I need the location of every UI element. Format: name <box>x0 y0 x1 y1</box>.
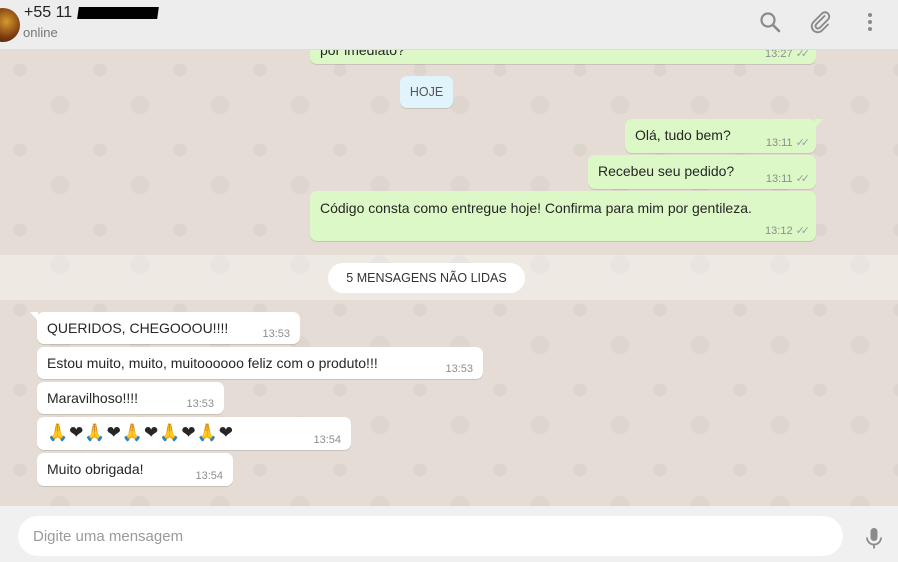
message-text: 🙏❤🙏❤🙏❤🙏❤🙏❤ <box>47 423 235 443</box>
double-check-icon: ✓✓ <box>795 137 811 149</box>
microphone-icon[interactable] <box>862 526 886 550</box>
search-icon[interactable] <box>758 10 782 34</box>
bubble-tail <box>30 312 38 321</box>
message-text: Olá, tudo bem? <box>635 127 731 143</box>
chat-area[interactable]: por imediato? 13:27 ✓✓ HOJE Olá, tudo bem… <box>0 50 898 506</box>
message-time: 13:53 <box>186 398 214 410</box>
message-text: QUERIDOS, CHEGOOOU!!!! <box>47 320 229 336</box>
message-composer <box>0 506 898 562</box>
redaction-bar <box>77 6 160 19</box>
message-time: 13:54 <box>195 470 223 482</box>
message-incoming[interactable]: Muito obrigada! 13:54 <box>37 453 233 486</box>
menu-dots-icon[interactable] <box>858 10 882 34</box>
message-incoming[interactable]: QUERIDOS, CHEGOOOU!!!! 13:53 <box>30 312 300 344</box>
contact-name-text: +55 11 <box>24 4 73 21</box>
message-time: 13:11 ✓✓ <box>765 137 811 149</box>
chat-header: +55 11 online <box>0 0 898 50</box>
message-text: Recebeu seu pedido? <box>598 163 735 179</box>
message-text: Estou muito, muito, muitoooooo feliz com… <box>47 355 378 371</box>
message-incoming[interactable]: 🙏❤🙏❤🙏❤🙏❤🙏❤ 13:54 <box>37 417 351 450</box>
message-time: 13:11 ✓✓ <box>765 173 811 185</box>
bubble-tail <box>815 119 823 128</box>
message-text: por imediato? <box>320 50 405 58</box>
message-text: Maravilhoso!!!! <box>47 390 139 406</box>
date-divider: HOJE <box>400 76 453 108</box>
message-outgoing[interactable]: Código consta como entregue hoje! Confir… <box>310 191 816 241</box>
paperclip-icon[interactable] <box>808 10 832 34</box>
double-check-icon: ✓✓ <box>795 225 811 237</box>
message-time: 13:53 <box>262 328 290 340</box>
contact-name[interactable]: +55 11 <box>24 4 160 22</box>
unread-divider-bar: 5 MENSAGENS NÃO LIDAS <box>0 255 898 300</box>
message-outgoing-prev[interactable]: por imediato? 13:27 ✓✓ <box>310 50 816 64</box>
message-incoming[interactable]: Maravilhoso!!!! 13:53 <box>37 382 224 414</box>
message-time: 13:53 <box>445 363 473 375</box>
message-input[interactable] <box>18 516 843 556</box>
message-time: 13:27 ✓✓ <box>765 50 811 60</box>
message-text: Código consta como entregue hoje! Confir… <box>320 200 752 216</box>
message-time: 13:12 ✓✓ <box>765 225 811 237</box>
contact-status: online <box>23 25 58 40</box>
message-outgoing[interactable]: Olá, tudo bem? 13:11 ✓✓ <box>625 119 823 153</box>
unread-divider: 5 MENSAGENS NÃO LIDAS <box>328 263 525 293</box>
message-text: Muito obrigada! <box>47 461 144 477</box>
double-check-icon: ✓✓ <box>795 173 811 185</box>
message-outgoing[interactable]: Recebeu seu pedido? 13:11 ✓✓ <box>588 155 816 189</box>
message-incoming[interactable]: Estou muito, muito, muitoooooo feliz com… <box>37 347 483 379</box>
message-time: 13:54 <box>313 434 341 446</box>
double-check-icon: ✓✓ <box>795 50 811 60</box>
contact-avatar[interactable] <box>0 8 20 42</box>
